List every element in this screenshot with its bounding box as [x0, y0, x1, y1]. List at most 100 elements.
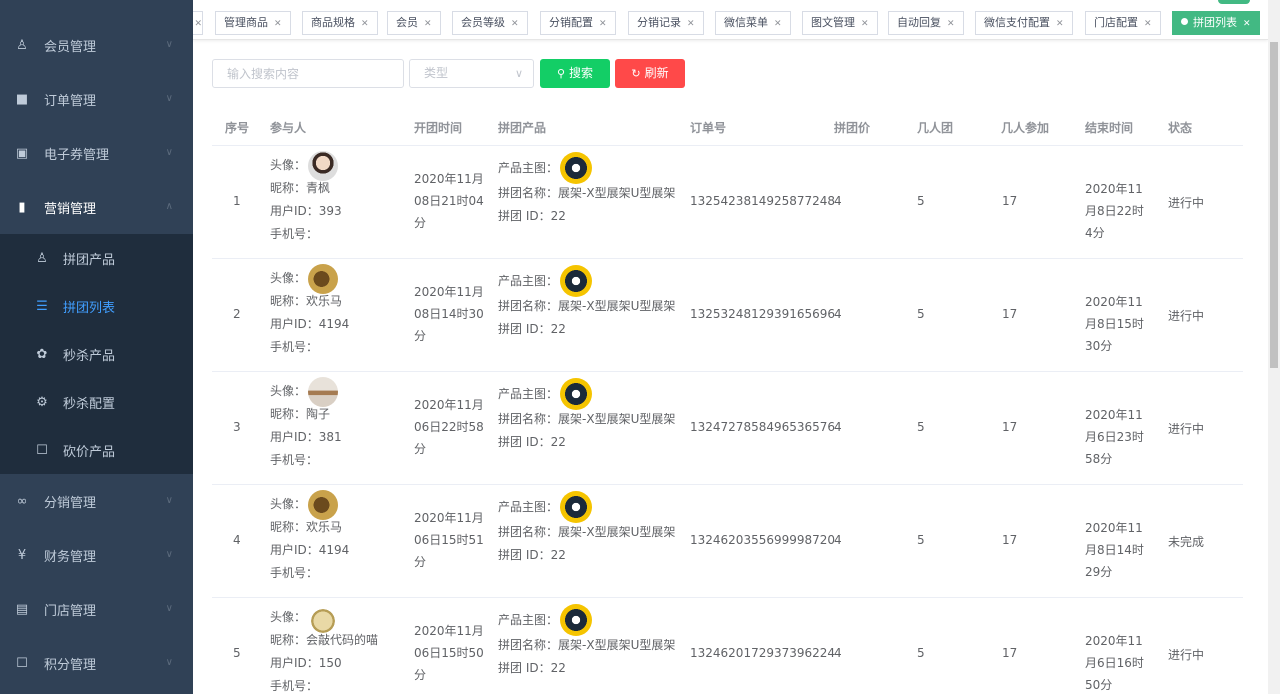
- menu-label: 门店管理: [44, 603, 97, 619]
- close-icon[interactable]: ✕: [361, 19, 369, 29]
- lock-icon: ■: [15, 91, 29, 107]
- close-icon[interactable]: ✕: [861, 19, 869, 29]
- sidebar-item-group-list[interactable]: ☰ 拼团列表: [0, 282, 193, 330]
- avatar-label: 头像：: [270, 384, 307, 398]
- tag-partial[interactable]: ✕: [193, 11, 203, 35]
- close-icon[interactable]: ✕: [947, 19, 955, 29]
- cell-product: 产品主图： 拼团名称： 展架-X型展架U型展架 拼团 ID： 22: [498, 491, 675, 567]
- vertical-scrollbar[interactable]: [1268, 0, 1280, 694]
- close-icon[interactable]: ✕: [1144, 19, 1152, 29]
- close-icon[interactable]: ✕: [774, 19, 782, 29]
- menu-finance[interactable]: ¥ 财务管理 ∨: [0, 528, 193, 582]
- menu-member[interactable]: ♙ 会员管理 ∨: [0, 18, 193, 72]
- tag-member[interactable]: 会员 ✕: [387, 11, 441, 35]
- cell-participant: 头像： 昵称： 青枫 用户ID： 393 手机号：: [270, 150, 342, 246]
- cell-group-size: 5: [917, 533, 925, 547]
- cell-end-time: 2020年11月8日22时4分: [1085, 182, 1144, 240]
- type-select[interactable]: 类型 ∨: [409, 59, 534, 88]
- sidebar-item-group-products[interactable]: ♙ 拼团产品: [0, 234, 193, 282]
- active-dot-icon: [1181, 18, 1188, 25]
- chevron-down-icon: ∨: [165, 657, 173, 668]
- table-body: 1 头像： 昵称： 青枫 用户ID： 393 手机号： 2020年11月08日21时…: [212, 146, 1243, 694]
- group-id-label: 拼团 ID：: [498, 209, 551, 223]
- header-product: 拼团产品: [498, 121, 547, 135]
- refresh-icon: ↻: [631, 67, 641, 80]
- close-icon[interactable]: ✕: [194, 19, 202, 29]
- tag-goods-spec[interactable]: 商品规格 ✕: [302, 11, 378, 35]
- phone-label: 手机号：: [270, 227, 319, 241]
- cell-joined: 17: [1002, 307, 1018, 321]
- tag-auto-reply[interactable]: 自动回复 ✕: [888, 11, 964, 35]
- cell-participant: 头像： 昵称： 陶子 用户ID： 381 手机号：: [270, 376, 342, 472]
- tag-label: 门店配置: [1094, 16, 1138, 29]
- table-row: 5 头像： 昵称： 会敲代码的喵 用户ID： 150 手机号： 2020年11月06…: [212, 598, 1243, 694]
- cell-order-no: 1324727858496536576: [690, 420, 836, 434]
- tag-label: 微信支付配置: [984, 16, 1050, 29]
- close-icon[interactable]: ✕: [599, 19, 607, 29]
- cell-product: 产品主图： 拼团名称： 展架-X型展架U型展架 拼团 ID： 22: [498, 378, 676, 454]
- scrollbar-thumb[interactable]: [1270, 42, 1278, 368]
- cell-end-time: 2020年11月6日16时50分: [1085, 634, 1144, 692]
- refresh-button[interactable]: ↻ 刷新: [615, 59, 685, 88]
- chevron-down-icon: ∨: [165, 147, 173, 158]
- cell-price: 4: [834, 420, 842, 434]
- menu-distribution[interactable]: ∞ 分销管理 ∨: [0, 474, 193, 528]
- group-name: 展架-X型展架U型展架: [558, 412, 676, 426]
- sidebar-item-flash-products[interactable]: ✿ 秒杀产品: [0, 330, 193, 378]
- menu-label: 订单管理: [44, 93, 97, 109]
- tag-distribution-config[interactable]: 分销配置 ✕: [540, 11, 616, 35]
- close-icon[interactable]: ✕: [274, 19, 282, 29]
- tag-article-manage[interactable]: 图文管理 ✕: [802, 11, 878, 35]
- nickname-label: 昵称：: [270, 294, 307, 308]
- cell-end-time: 2020年11月8日15时30分: [1085, 295, 1144, 353]
- menu-store[interactable]: ▤ 门店管理 ∨: [0, 582, 193, 636]
- tag-wechat-pay-config[interactable]: 微信支付配置 ✕: [975, 11, 1073, 35]
- close-icon[interactable]: ✕: [1056, 19, 1064, 29]
- cell-start-time: 2020年11月08日21时04分: [414, 172, 484, 230]
- menu-order[interactable]: ■ 订单管理 ∨: [0, 72, 193, 126]
- menu-label: 分销管理: [44, 495, 97, 511]
- tag-label: 会员等级: [461, 16, 505, 29]
- group-name-label: 拼团名称：: [498, 299, 559, 313]
- group-id: 22: [550, 322, 566, 336]
- group-id: 22: [550, 548, 566, 562]
- menu-coupon[interactable]: ▣ 电子券管理 ∨: [0, 126, 193, 180]
- sidebar-item-bargain-products[interactable]: ☐ 砍价产品: [0, 426, 193, 474]
- tag-store-config[interactable]: 门店配置 ✕: [1085, 11, 1161, 35]
- close-icon[interactable]: ✕: [424, 19, 432, 29]
- product-image: [560, 491, 593, 523]
- nickname: 欢乐马: [306, 520, 343, 534]
- cell-start-time: 2020年11月08日14时30分: [414, 285, 484, 343]
- tag-wechat-menu[interactable]: 微信菜单 ✕: [715, 11, 791, 35]
- product-image: [560, 152, 593, 184]
- cell-end-time: 2020年11月6日23时58分: [1085, 408, 1144, 466]
- header-group-size: 几人团: [917, 121, 954, 135]
- product-image: [560, 265, 593, 297]
- cell-index: 4: [233, 533, 241, 547]
- group-id-label: 拼团 ID：: [498, 661, 551, 675]
- cell-index: 2: [233, 307, 241, 321]
- sub-label: 秒杀产品: [63, 348, 116, 364]
- tag-label: 分销记录: [637, 16, 681, 29]
- close-icon[interactable]: ✕: [511, 19, 519, 29]
- menu-points[interactable]: ☐ 积分管理 ∨: [0, 636, 193, 690]
- tag-member-level[interactable]: 会员等级 ✕: [452, 11, 528, 35]
- avatar: [308, 489, 339, 520]
- tag-label: 拼团列表: [1193, 16, 1237, 29]
- close-icon[interactable]: ✕: [1243, 19, 1251, 29]
- type-select-placeholder: 类型: [424, 66, 449, 80]
- search-button[interactable]: ⚲ 搜索: [540, 59, 610, 88]
- tag-group-list[interactable]: 拼团列表 ✕: [1172, 11, 1260, 35]
- menu-marketing[interactable]: ▮ 营销管理 ∧: [0, 180, 193, 234]
- sub-label: 拼团列表: [63, 300, 116, 316]
- close-icon[interactable]: ✕: [687, 19, 695, 29]
- tag-label: 图文管理: [811, 16, 855, 29]
- cell-joined: 17: [1002, 533, 1018, 547]
- tag-manage-goods[interactable]: 管理商品 ✕: [215, 11, 291, 35]
- clipboard-icon: ☐: [16, 655, 28, 671]
- tag-distribution-record[interactable]: 分销记录 ✕: [628, 11, 704, 35]
- product-image-label: 产品主图：: [498, 160, 559, 175]
- search-input[interactable]: [212, 59, 404, 88]
- sidebar-item-flash-config[interactable]: ⚙ 秒杀配置: [0, 378, 193, 426]
- user-id-label: 用户ID：: [270, 204, 319, 218]
